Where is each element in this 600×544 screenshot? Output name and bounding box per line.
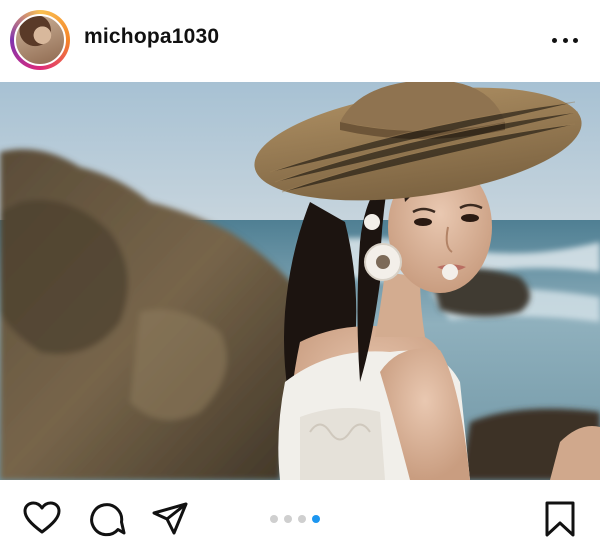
more-dot (573, 37, 578, 43)
avatar-photo (14, 14, 66, 66)
carousel-dot (270, 515, 278, 523)
carousel-indicator (270, 515, 320, 523)
carousel-dot (298, 515, 306, 523)
more-dot (562, 37, 568, 43)
photo-illustration (0, 82, 600, 480)
post-header: michopa1030 (0, 0, 600, 80)
heart-icon[interactable] (22, 499, 62, 539)
avatar[interactable] (10, 10, 70, 70)
comment-icon[interactable] (87, 499, 127, 539)
carousel-dot (284, 515, 292, 523)
send-icon[interactable] (150, 499, 190, 539)
bookmark-icon[interactable] (540, 499, 580, 539)
more-options-icon[interactable] (552, 28, 578, 52)
carousel-dot-active (312, 515, 320, 523)
post-action-bar (0, 482, 600, 544)
more-dot (552, 37, 557, 43)
username-link[interactable]: michopa1030 (84, 25, 219, 49)
post-photo[interactable] (0, 82, 600, 480)
